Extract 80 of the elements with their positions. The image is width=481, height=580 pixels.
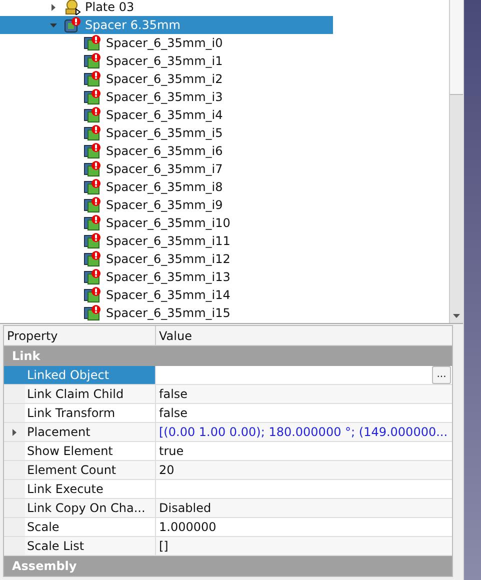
property-name[interactable]: Scale List: [25, 537, 155, 555]
element-error-icon: [84, 251, 101, 267]
property-name[interactable]: Link Claim Child: [25, 385, 155, 403]
tree-item[interactable]: Spacer_6_35mm_i0: [0, 34, 333, 52]
link-error-icon: [64, 17, 81, 33]
element-error-icon: [84, 197, 101, 213]
element-error-icon: [84, 161, 101, 177]
element-error-icon: [84, 233, 101, 249]
property-value[interactable]: false: [159, 404, 188, 422]
scrollbar[interactable]: [449, 0, 463, 323]
property-name[interactable]: Link Execute: [25, 480, 155, 498]
element-error-icon: [84, 305, 101, 321]
property-value[interactable]: 1.000000: [159, 518, 216, 536]
property-row[interactable]: Link Copy On Cha... Disabled: [4, 499, 452, 518]
property-value[interactable]: []: [159, 537, 168, 555]
row-gutter: [4, 461, 25, 479]
element-error-icon: [84, 53, 101, 69]
property-name[interactable]: Linked Object: [25, 366, 155, 384]
property-row[interactable]: Link Claim Child false: [4, 385, 452, 404]
property-row[interactable]: Show Element true: [4, 442, 452, 461]
tree-item[interactable]: Spacer_6_35mm_i5: [0, 124, 333, 142]
property-value[interactable]: true: [159, 442, 184, 460]
tree-item[interactable]: Spacer_6_35mm_i6: [0, 142, 333, 160]
tree-item[interactable]: Spacer_6_35mm_i12: [0, 250, 333, 268]
element-error-icon: [84, 143, 101, 159]
browse-button[interactable]: ...: [432, 366, 451, 384]
row-gutter: [4, 499, 25, 517]
tree-item[interactable]: Spacer_6_35mm_i14: [0, 286, 333, 304]
property-name[interactable]: Element Count: [25, 461, 155, 479]
property-row[interactable]: Linked Object ...: [4, 366, 452, 385]
element-error-icon: [84, 215, 101, 231]
property-row[interactable]: Scale 1.000000: [4, 518, 452, 537]
row-gutter: [4, 442, 25, 460]
element-error-icon: [84, 125, 101, 141]
row-gutter: [4, 366, 25, 384]
tree-item[interactable]: Spacer_6_35mm_i15: [0, 304, 333, 322]
row-gutter: [4, 385, 25, 403]
element-error-icon: [84, 107, 101, 123]
collapse-arrow-icon[interactable]: [50, 22, 57, 28]
scroll-down-icon[interactable]: [453, 314, 460, 318]
property-value[interactable]: false: [159, 385, 188, 403]
tree-item[interactable]: Spacer_6_35mm_i8: [0, 178, 333, 196]
property-value[interactable]: [(0.00 1.00 0.00); 180.000000 °; (149.000000...: [159, 423, 448, 441]
property-row[interactable]: Placement [(0.00 1.00 0.00); 180.000000 °; (149.000000...: [4, 423, 452, 442]
element-error-icon: [84, 71, 101, 87]
tree-item[interactable]: Spacer_6_35mm_i7: [0, 160, 333, 178]
tree-item[interactable]: Spacer_6_35mm_i9: [0, 196, 333, 214]
property-row[interactable]: Link Transform false: [4, 404, 452, 423]
tree-item[interactable]: Spacer_6_35mm_i3: [0, 88, 333, 106]
tree-item[interactable]: Spacer_6_35mm_i10: [0, 214, 333, 232]
tree-item[interactable]: Spacer_6_35mm_i1: [0, 52, 333, 70]
property-value[interactable]: Disabled: [159, 499, 212, 517]
property-name[interactable]: Placement: [25, 423, 155, 441]
property-name[interactable]: Link Copy On Cha...: [25, 499, 155, 517]
row-gutter: [4, 480, 25, 498]
property-name[interactable]: Scale: [25, 518, 155, 536]
property-name[interactable]: Link Transform: [25, 404, 155, 422]
tree-item[interactable]: Spacer_6_35mm_i11: [0, 232, 333, 250]
tree-item[interactable]: Plate 03: [0, 0, 333, 16]
tree-item[interactable]: Spacer_6_35mm_i2: [0, 70, 333, 88]
row-gutter: [4, 518, 25, 536]
property-row[interactable]: Scale List []: [4, 537, 452, 556]
property-name[interactable]: Show Element: [25, 442, 155, 460]
tree-item[interactable]: Spacer 6.35mm: [0, 16, 333, 34]
row-gutter: [4, 537, 25, 555]
property-row[interactable]: Element Count 20: [4, 461, 452, 480]
element-error-icon: [84, 179, 101, 195]
column-header[interactable]: Value: [156, 326, 452, 345]
property-row[interactable]: Link Execute: [4, 480, 452, 499]
row-gutter: [4, 404, 25, 422]
property-value[interactable]: 20: [159, 461, 174, 479]
element-error-icon: [84, 287, 101, 303]
element-error-icon: [84, 35, 101, 51]
element-error-icon: [84, 269, 101, 285]
tree-item[interactable]: Spacer_6_35mm_i4: [0, 106, 333, 124]
expand-arrow-icon[interactable]: [11, 428, 18, 436]
element-error-icon: [84, 89, 101, 105]
tree-item[interactable]: Spacer_6_35mm_i13: [0, 268, 333, 286]
expand-arrow-icon[interactable]: [50, 4, 57, 10]
column-header[interactable]: Property: [4, 326, 156, 345]
